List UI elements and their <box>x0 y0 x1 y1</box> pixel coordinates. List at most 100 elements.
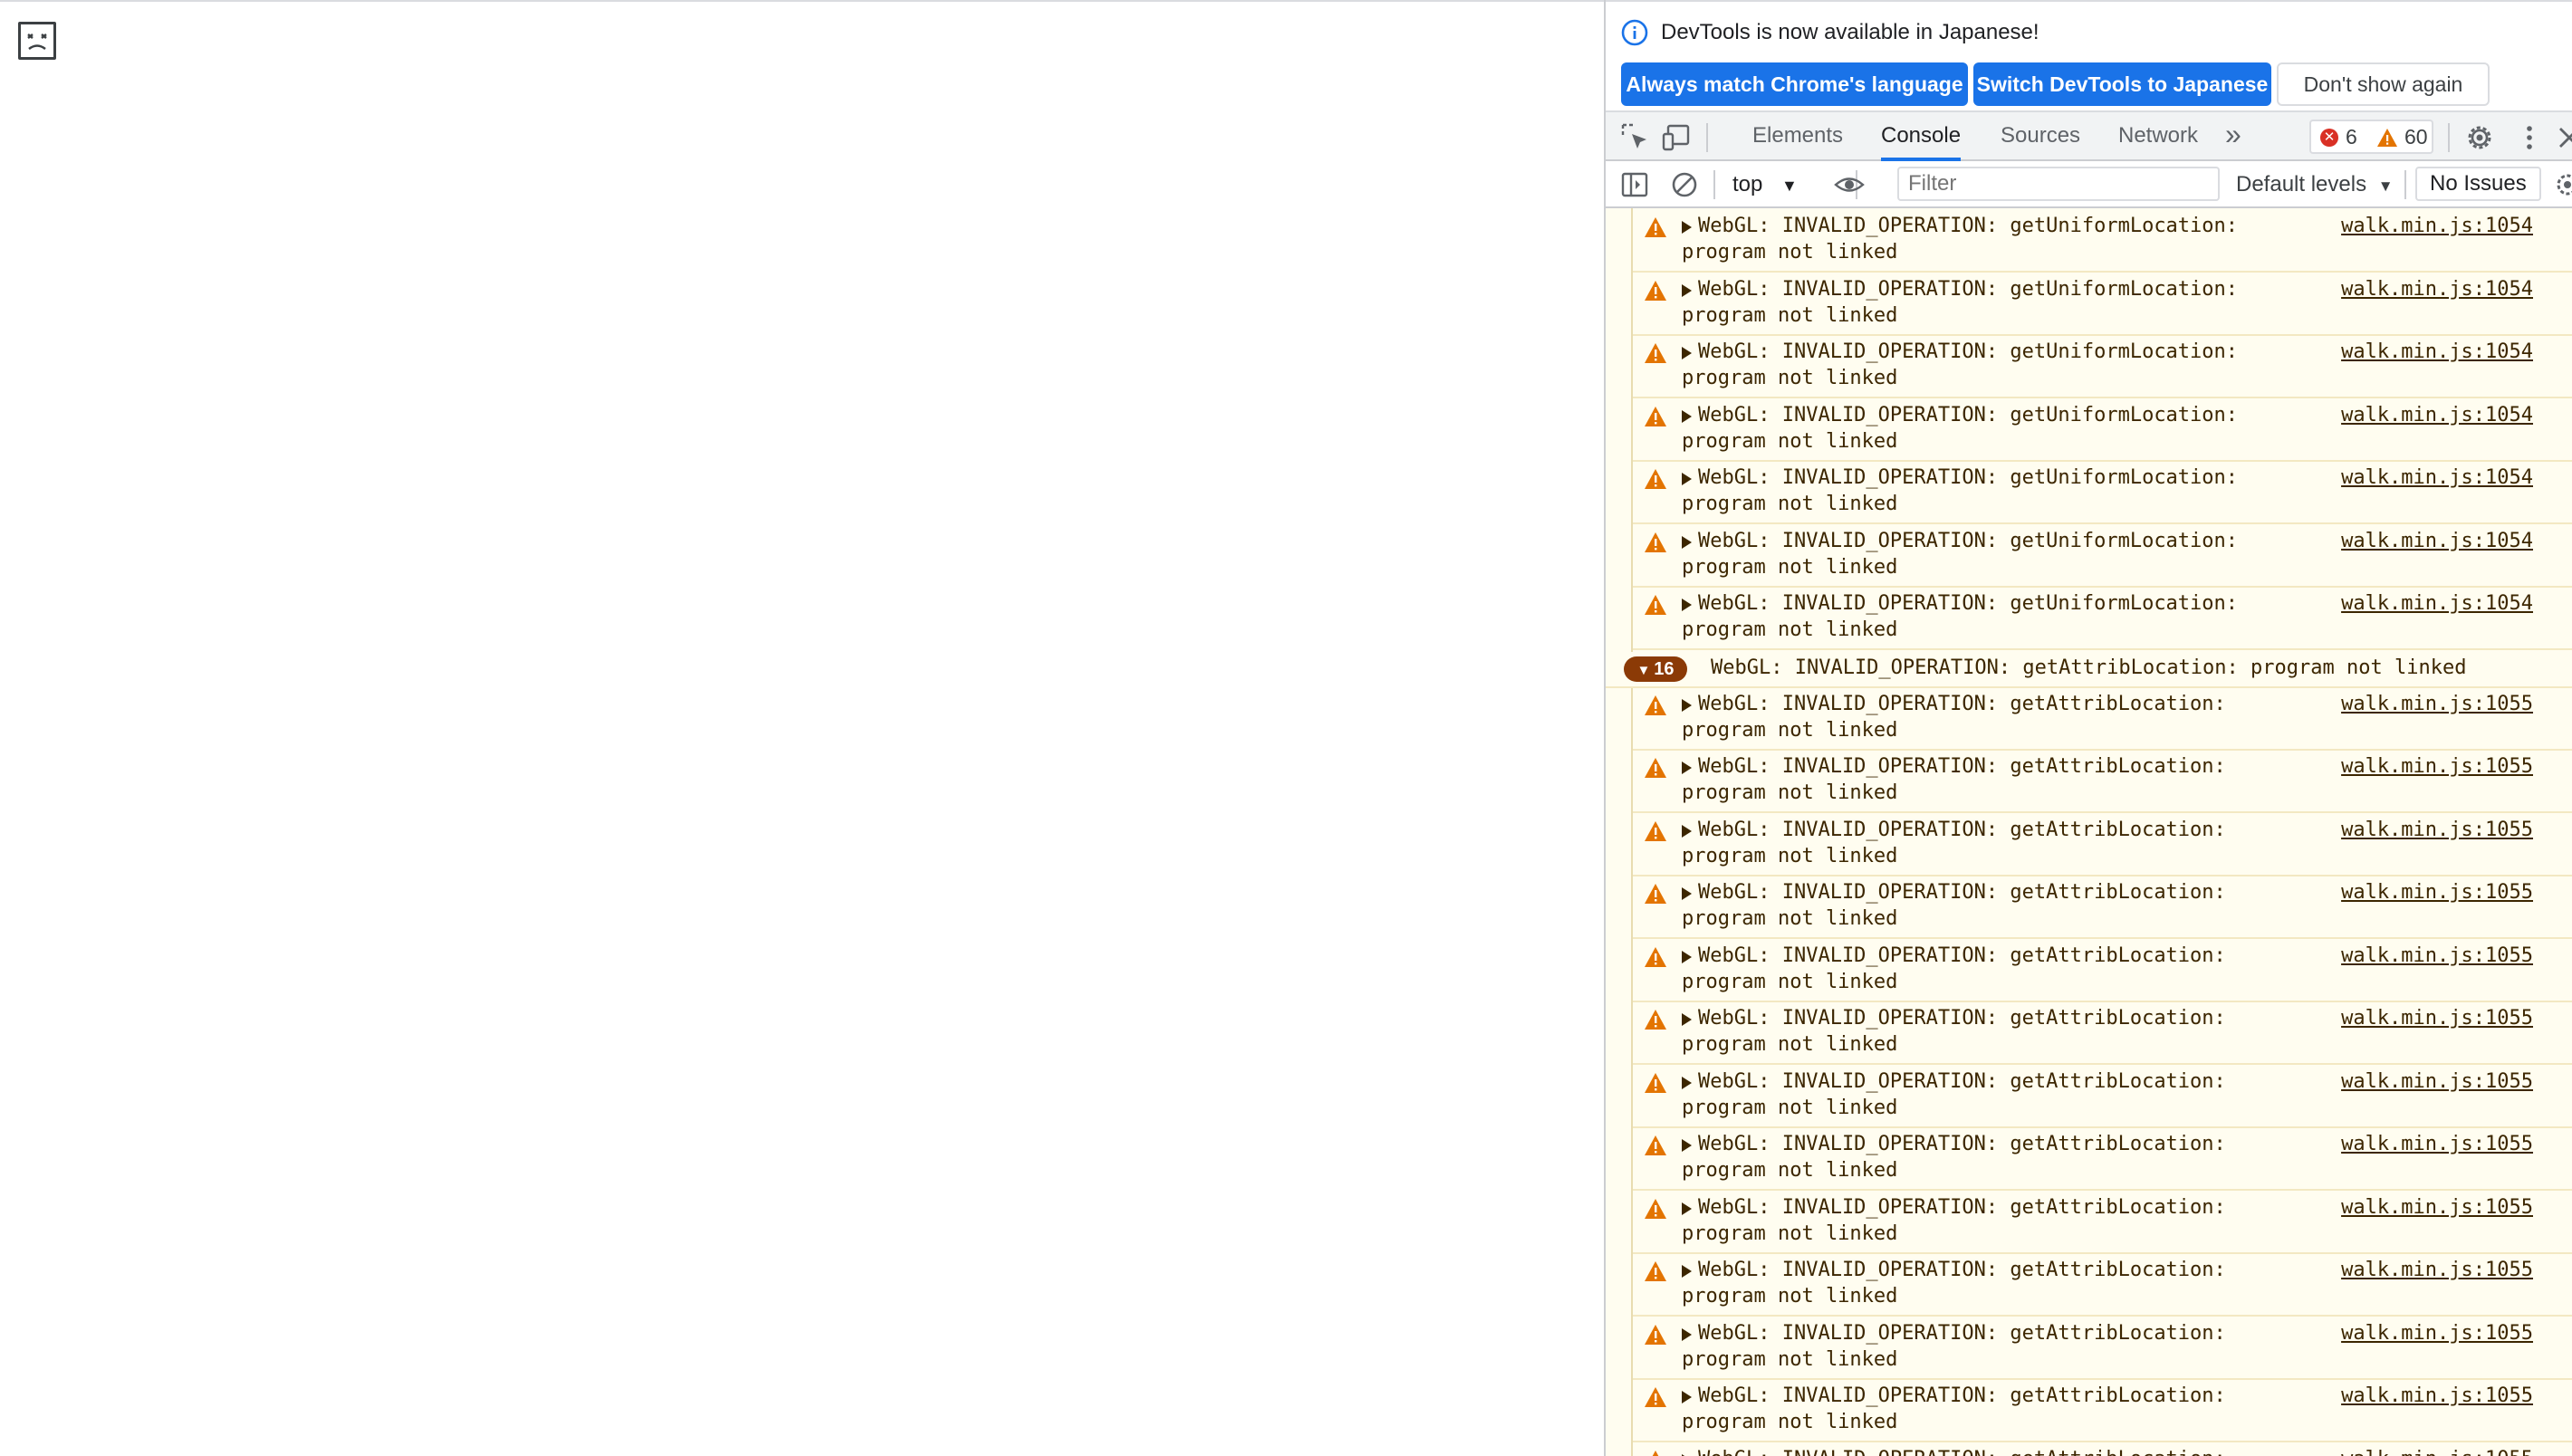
source-link[interactable]: walk.min.js:1054 <box>2341 466 2533 489</box>
source-link[interactable]: walk.min.js:1055 <box>2341 881 2533 904</box>
source-link[interactable]: walk.min.js:1055 <box>2341 1448 2533 1456</box>
console-warning-row[interactable]: WebGL: INVALID_OPERATION: getAttribLocat… <box>1633 1067 2572 1128</box>
source-link[interactable]: walk.min.js:1055 <box>2341 1384 2533 1407</box>
dont-show-again-button[interactable]: Don't show again <box>2277 62 2490 106</box>
expand-triangle-icon[interactable] <box>1682 1013 1692 1026</box>
console-warning-row[interactable]: WebGL: INVALID_OPERATION: getUniformLoca… <box>1633 211 2572 273</box>
expand-triangle-icon[interactable] <box>1682 1265 1692 1278</box>
close-devtools-icon[interactable] <box>2553 121 2572 154</box>
console-warning-row[interactable]: WebGL: INVALID_OPERATION: getUniformLoca… <box>1633 589 2572 650</box>
expand-triangle-icon[interactable] <box>1682 950 1692 963</box>
source-link[interactable]: walk.min.js:1055 <box>2341 755 2533 778</box>
match-language-button[interactable]: Always match Chrome's language <box>1621 62 1968 106</box>
source-link[interactable]: walk.min.js:1055 <box>2341 1259 2533 1281</box>
tab-sources[interactable]: Sources <box>2001 112 2080 161</box>
source-link[interactable]: walk.min.js:1054 <box>2341 592 2533 615</box>
expand-triangle-icon[interactable] <box>1682 221 1692 234</box>
warning-icon <box>1645 694 1666 715</box>
expand-triangle-icon[interactable] <box>1682 1202 1692 1215</box>
live-expression-eye-icon[interactable] <box>1834 169 1865 200</box>
more-options-icon[interactable] <box>2513 121 2546 154</box>
source-link[interactable]: walk.min.js:1055 <box>2341 1133 2533 1155</box>
source-link[interactable]: walk.min.js:1055 <box>2341 1322 2533 1345</box>
console-warning-row[interactable]: WebGL: INVALID_OPERATION: getUniformLoca… <box>1633 274 2572 336</box>
expand-triangle-icon[interactable] <box>1682 1139 1692 1152</box>
expand-triangle-icon[interactable] <box>1682 1327 1692 1341</box>
filter-input[interactable] <box>1897 167 2220 201</box>
expand-triangle-icon[interactable] <box>1682 698 1692 712</box>
warning-icon <box>1645 280 1666 301</box>
repeat-count: 16 <box>1654 658 1675 679</box>
source-link[interactable]: walk.min.js:1054 <box>2341 340 2533 363</box>
message-text-line1: WebGL: INVALID_OPERATION: getUniformLoca… <box>1698 340 2239 363</box>
console-warning-row[interactable]: WebGL: INVALID_OPERATION: getAttribLocat… <box>1633 1444 2572 1456</box>
source-link[interactable]: walk.min.js:1054 <box>2341 530 2533 552</box>
expand-triangle-icon[interactable] <box>1682 599 1692 611</box>
collapse-triangle-icon: ▼ <box>1636 662 1651 678</box>
console-warning-row[interactable]: WebGL: INVALID_OPERATION: getAttribLocat… <box>1633 1193 2572 1254</box>
console-warning-row[interactable]: WebGL: INVALID_OPERATION: getUniformLoca… <box>1633 400 2572 462</box>
console-warning-row[interactable]: WebGL: INVALID_OPERATION: getAttribLocat… <box>1633 877 2572 939</box>
message-text-line1: WebGL: INVALID_OPERATION: getUniformLoca… <box>1698 215 2239 237</box>
more-tabs-button[interactable]: » <box>2225 112 2241 161</box>
source-link[interactable]: walk.min.js:1055 <box>2341 693 2533 715</box>
issue-counter[interactable]: ✕ 6 60 <box>2309 120 2433 154</box>
source-link[interactable]: walk.min.js:1055 <box>2341 1007 2533 1030</box>
console-warning-row[interactable]: WebGL: INVALID_OPERATION: getAttribLocat… <box>1633 1129 2572 1191</box>
console-warning-row[interactable]: WebGL: INVALID_OPERATION: getUniformLoca… <box>1633 463 2572 524</box>
console-settings-gear-icon[interactable] <box>2552 169 2572 200</box>
expand-triangle-icon[interactable] <box>1682 283 1692 297</box>
console-warning-row[interactable]: WebGL: INVALID_OPERATION: getAttribLocat… <box>1633 1255 2572 1317</box>
expand-triangle-icon[interactable] <box>1682 1391 1692 1403</box>
expand-triangle-icon[interactable] <box>1682 409 1692 423</box>
message-text-line2: program not linked <box>1682 907 1898 930</box>
switch-to-japanese-button[interactable]: Switch DevTools to Japanese <box>1973 62 2271 106</box>
settings-gear-icon[interactable] <box>2463 121 2496 154</box>
message-group-header[interactable]: ▼ 16 WebGL: INVALID_OPERATION: getAttribL… <box>1606 651 2572 688</box>
expand-triangle-icon[interactable] <box>1682 347 1692 359</box>
sidebar-toggle-icon[interactable] <box>1619 169 1650 200</box>
console-warning-row[interactable]: WebGL: INVALID_OPERATION: getAttribLocat… <box>1633 1003 2572 1065</box>
expand-triangle-icon[interactable] <box>1682 762 1692 774</box>
source-link[interactable]: walk.min.js:1054 <box>2341 404 2533 426</box>
context-selector[interactable]: top ▼ <box>1732 168 1798 201</box>
source-link[interactable]: walk.min.js:1055 <box>2341 1196 2533 1219</box>
message-text-line2: program not linked <box>1682 1096 1898 1119</box>
tab-console[interactable]: Console <box>1881 112 1962 161</box>
message-text-line1: WebGL: INVALID_OPERATION: getUniformLoca… <box>1698 403 2239 426</box>
inspect-element-icon[interactable] <box>1619 121 1652 154</box>
expand-triangle-icon[interactable] <box>1682 473 1692 485</box>
source-link[interactable]: walk.min.js:1055 <box>2341 944 2533 967</box>
tab-network[interactable]: Network <box>2118 112 2198 161</box>
log-levels-dropdown[interactable]: Default levels ▼ <box>2236 168 2394 203</box>
console-warning-row[interactable]: WebGL: INVALID_OPERATION: getUniformLoca… <box>1633 526 2572 588</box>
source-link[interactable]: walk.min.js:1054 <box>2341 215 2533 237</box>
message-text-line2: program not linked <box>1682 970 1898 993</box>
device-toolbar-icon[interactable] <box>1660 121 1693 154</box>
repeat-count-badge: ▼ 16 <box>1624 656 1687 682</box>
expand-triangle-icon[interactable] <box>1682 535 1692 549</box>
console-warning-row[interactable]: WebGL: INVALID_OPERATION: getAttribLocat… <box>1633 815 2572 876</box>
source-link[interactable]: walk.min.js:1055 <box>2341 1070 2533 1093</box>
log-levels-label: Default levels <box>2236 172 2367 196</box>
message-text-line2: program not linked <box>1682 1285 1898 1308</box>
console-warning-row[interactable]: WebGL: INVALID_OPERATION: getAttribLocat… <box>1633 689 2572 751</box>
warning-icon <box>1645 343 1666 363</box>
expand-triangle-icon[interactable] <box>1682 824 1692 838</box>
issues-button[interactable]: No Issues <box>2415 167 2541 201</box>
clear-console-icon[interactable] <box>1669 169 1700 200</box>
message-text-line2: program not linked <box>1682 241 1898 263</box>
warning-icon <box>1645 946 1666 967</box>
source-link[interactable]: walk.min.js:1054 <box>2341 278 2533 301</box>
console-warning-row[interactable]: WebGL: INVALID_OPERATION: getAttribLocat… <box>1633 1381 2572 1442</box>
expand-triangle-icon[interactable] <box>1682 1076 1692 1089</box>
console-warning-row[interactable]: WebGL: INVALID_OPERATION: getUniformLoca… <box>1633 337 2572 398</box>
expand-triangle-icon[interactable] <box>1682 887 1692 900</box>
console-warning-row[interactable]: WebGL: INVALID_OPERATION: getAttribLocat… <box>1633 752 2572 813</box>
console-warning-row[interactable]: WebGL: INVALID_OPERATION: getAttribLocat… <box>1633 941 2572 1002</box>
console-warning-row[interactable]: WebGL: INVALID_OPERATION: getAttribLocat… <box>1633 1318 2572 1380</box>
source-link[interactable]: walk.min.js:1055 <box>2341 819 2533 841</box>
message-text-line2: program not linked <box>1682 844 1898 867</box>
warning-icon <box>1645 1387 1666 1407</box>
tab-elements[interactable]: Elements <box>1752 112 1843 161</box>
